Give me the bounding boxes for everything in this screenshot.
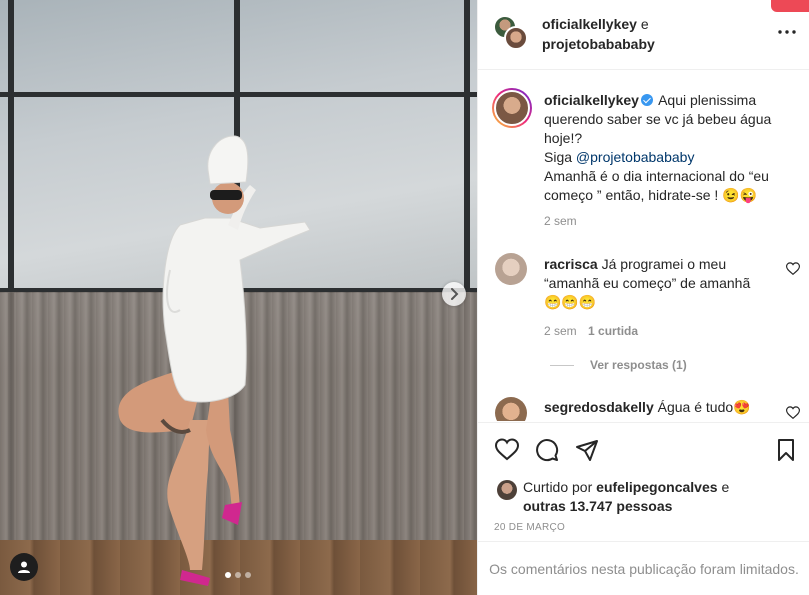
avatar[interactable] — [495, 397, 527, 421]
avatar[interactable] — [497, 480, 517, 500]
post-authors: oficialkellykey e projetobabababy — [542, 14, 655, 54]
caption-line: Amanhã é o dia internacional do “eu — [544, 168, 769, 184]
tagged-users-button[interactable] — [10, 553, 38, 581]
caption-mention-link[interactable]: @projetobabababy — [576, 149, 695, 165]
comment-text: segredosdakelly Água é tudo😍 — [544, 398, 774, 417]
carousel-dot — [225, 572, 231, 578]
person-icon — [18, 561, 30, 573]
post-photo[interactable] — [0, 0, 477, 595]
woman-in-bathrobe-figure — [118, 135, 311, 586]
carousel-dot — [235, 572, 241, 578]
liked-by-summary[interactable]: Curtido por eufelipegoncalves e outras 1… — [523, 478, 729, 516]
liked-by-others[interactable]: outras 13.747 pessoas — [523, 498, 672, 514]
authors-connector: e — [640, 16, 649, 32]
post-actions: Curtido por eufelipegoncalves e outras 1… — [478, 422, 809, 540]
next-image-button[interactable] — [442, 282, 466, 306]
like-comment-heart-icon[interactable] — [786, 262, 800, 276]
post-date[interactable]: 20 DE MARÇO — [494, 522, 565, 533]
window-frame — [0, 92, 477, 97]
caption-line: Siga — [544, 149, 573, 165]
more-options-button[interactable] — [775, 22, 799, 42]
avatar[interactable] — [492, 88, 532, 128]
comments-section[interactable]: oficialkellykey Aqui plenissima querendo… — [478, 71, 809, 421]
comment-username[interactable]: racrisca — [544, 256, 598, 272]
post-header: oficialkellykey e projetobabababy — [478, 0, 809, 70]
liked-by-connector: e — [721, 479, 730, 495]
post-side-panel: oficialkellykey e projetobabababy oficia… — [477, 0, 809, 595]
comment-meta: 2 sem 1 curtida — [544, 324, 638, 338]
avatar[interactable] — [504, 26, 528, 50]
view-replies-label: Ver respostas (1) — [590, 358, 687, 372]
chevron-right-icon — [451, 288, 459, 300]
comment-line: 😁😁😁 — [544, 294, 597, 310]
caption-line: querendo saber se vc já bebeu água — [544, 111, 772, 127]
comments-limited-notice: Os comentários nesta publicação foram li… — [478, 541, 809, 595]
view-replies-button[interactable]: Ver respostas (1) — [550, 358, 687, 372]
comment-username[interactable]: segredosdakelly — [544, 399, 654, 415]
bookmark-icon[interactable] — [774, 438, 798, 462]
share-icon[interactable] — [575, 438, 599, 462]
caption-line: começo ” então, hidrate-se ! 😉😜 — [544, 187, 758, 203]
caption-line: hoje!? — [544, 130, 583, 146]
author-username[interactable]: oficialkellykey — [542, 16, 637, 32]
verified-badge-icon — [640, 94, 653, 106]
comment-line: Água é tudo😍 — [657, 399, 751, 415]
caption-timestamp[interactable]: 2 sem — [544, 214, 577, 228]
like-comment-heart-icon[interactable] — [786, 406, 800, 420]
comment-line: Já programei o meu — [601, 256, 727, 272]
liked-by-username[interactable]: eufelipegoncalves — [596, 479, 717, 495]
more-horizontal-icon — [778, 30, 796, 34]
avatar[interactable] — [495, 253, 527, 285]
liked-by-prefix: Curtido por — [523, 479, 593, 495]
caption-text: oficialkellykey Aqui plenissima querendo… — [544, 91, 800, 205]
comment-timestamp[interactable]: 2 sem — [544, 324, 577, 338]
partner-username[interactable]: projetobabababy — [542, 36, 655, 52]
heart-icon[interactable] — [495, 438, 519, 462]
comment-likes-count[interactable]: 1 curtida — [588, 324, 638, 338]
carousel-indicator — [225, 572, 251, 578]
caption-line: Aqui plenissima — [658, 92, 757, 108]
replies-divider — [550, 364, 574, 366]
comment-icon[interactable] — [535, 438, 559, 462]
comment-text: racrisca Já programei o meu “amanhã eu c… — [544, 255, 774, 312]
carousel-dot — [245, 572, 251, 578]
caption-username[interactable]: oficialkellykey — [544, 92, 639, 108]
comment-line: “amanhã eu começo” de amanhã — [544, 275, 751, 291]
